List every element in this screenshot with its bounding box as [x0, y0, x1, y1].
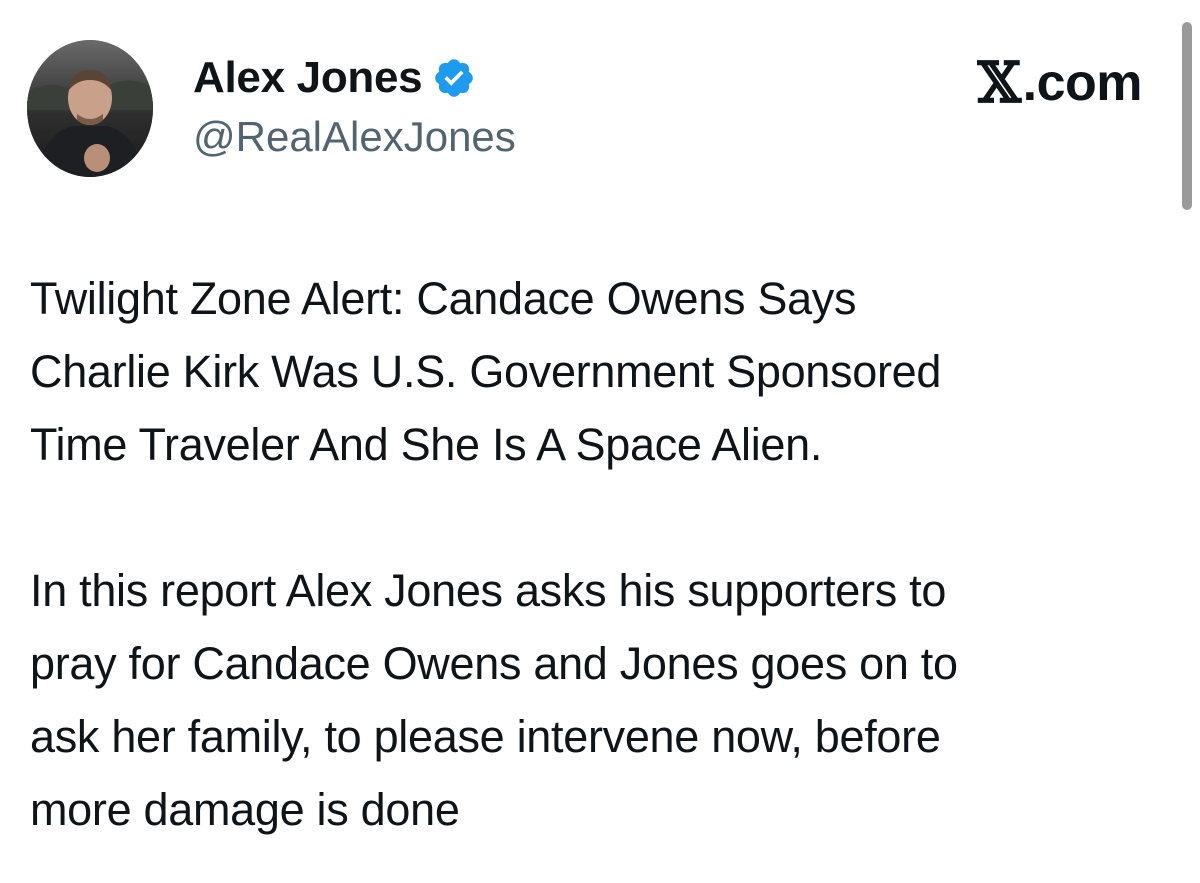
avatar-photo	[27, 40, 153, 177]
x-logo-icon: 𝕏	[977, 50, 1021, 116]
tweet-header: Alex Jones @RealAlexJones 𝕏 .com	[0, 0, 1200, 200]
display-name[interactable]: Alex Jones	[193, 53, 423, 103]
tweet-paragraph-2: In this report Alex Jones asks his suppo…	[30, 565, 958, 835]
tweet-paragraph-1: Twilight Zone Alert: Candace Owens Says …	[30, 273, 942, 470]
author-handle[interactable]: @RealAlexJones	[193, 113, 516, 161]
author-name-row[interactable]: Alex Jones	[193, 52, 476, 104]
tweet-text: Twilight Zone Alert: Candace Owens Says …	[30, 262, 1160, 846]
brand-suffix: .com	[1022, 54, 1143, 112]
x-com-watermark: 𝕏 .com	[977, 50, 1143, 116]
scrollbar[interactable]	[1182, 22, 1192, 210]
avatar[interactable]	[27, 40, 153, 177]
verified-badge-icon	[432, 56, 476, 100]
